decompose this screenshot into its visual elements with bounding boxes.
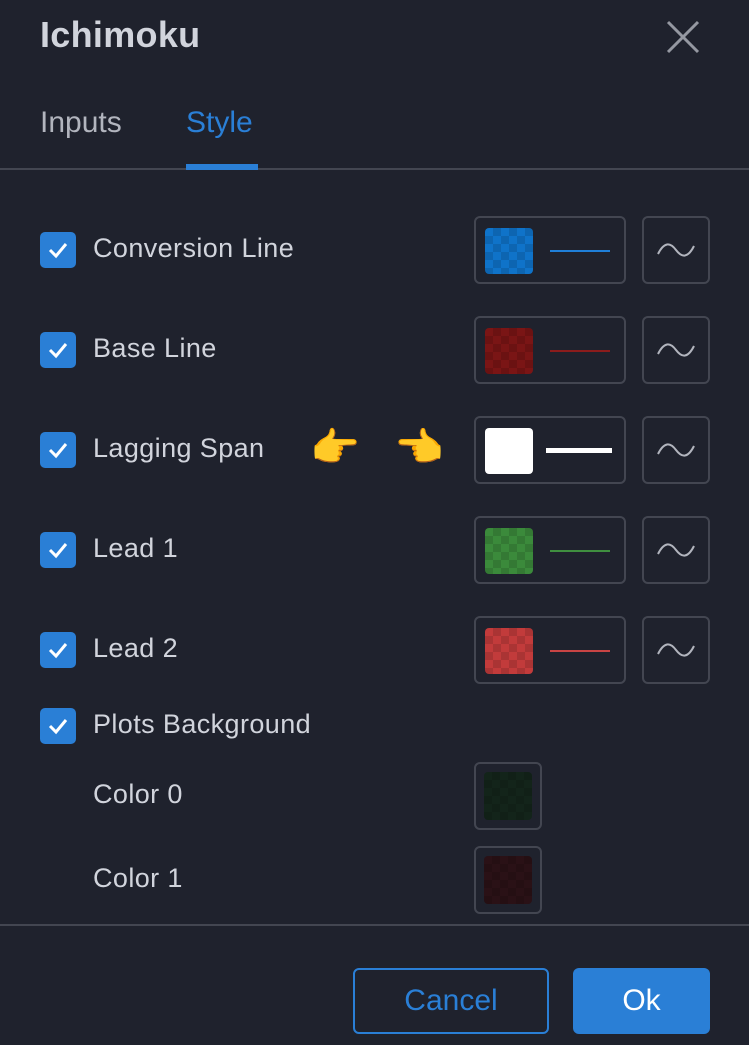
checkmark-icon — [48, 543, 68, 559]
lead-2-checkbox[interactable] — [40, 632, 76, 668]
base-line-style-picker[interactable] — [474, 316, 626, 384]
lead-1-checkbox[interactable] — [40, 532, 76, 568]
wave-icon — [657, 343, 695, 357]
line-sample — [550, 250, 610, 252]
checkmark-icon — [48, 243, 68, 259]
tab-bar: Inputs Style — [0, 100, 749, 170]
color-swatch — [484, 856, 532, 904]
ichimoku-settings-dialog: Ichimoku Inputs Style Conversion Line Ba… — [0, 0, 749, 1045]
lagging-span-checkbox[interactable] — [40, 432, 76, 468]
dialog-title: Ichimoku — [40, 14, 201, 55]
close-icon — [666, 20, 700, 54]
color-swatch — [485, 528, 533, 574]
ok-button[interactable]: Ok — [573, 968, 710, 1034]
plots-background-checkbox[interactable] — [40, 708, 76, 744]
pointing-right-hand-icon: 👉 — [310, 425, 360, 471]
line-sample — [550, 350, 610, 352]
pointing-left-hand-icon: 👈 — [394, 425, 444, 471]
line-sample — [550, 650, 610, 652]
color-swatch — [485, 428, 533, 474]
close-button[interactable] — [660, 14, 706, 60]
plot-row-lead-2: Lead 2 — [0, 616, 749, 684]
tab-inputs[interactable]: Inputs — [40, 106, 122, 140]
background-color-1-row: Color 1 — [0, 846, 749, 914]
background-color-1-picker[interactable] — [474, 846, 542, 914]
wave-icon — [657, 543, 695, 557]
active-tab-indicator — [186, 164, 258, 170]
plot-row-plots-background: Plots Background — [0, 692, 749, 760]
lead-1-plot-type-button[interactable] — [642, 516, 710, 584]
plot-label: Plots Background — [93, 709, 312, 739]
plot-label: Lagging Span — [93, 433, 265, 463]
plot-label: Lead 1 — [93, 533, 178, 563]
plot-row-conversion-line: Conversion Line — [0, 216, 749, 284]
plot-row-lead-1: Lead 1 — [0, 516, 749, 584]
color-label: Color 1 — [93, 863, 183, 893]
base-line-checkbox[interactable] — [40, 332, 76, 368]
base-line-plot-type-button[interactable] — [642, 316, 710, 384]
conversion-line-checkbox[interactable] — [40, 232, 76, 268]
dialog-footer: Cancel Ok — [0, 924, 749, 1045]
plot-label: Conversion Line — [93, 233, 295, 263]
line-sample — [546, 448, 612, 453]
wave-icon — [657, 643, 695, 657]
wave-icon — [657, 443, 695, 457]
plot-row-base-line: Base Line — [0, 316, 749, 384]
lagging-span-plot-type-button[interactable] — [642, 416, 710, 484]
background-color-0-row: Color 0 — [0, 762, 749, 830]
checkmark-icon — [48, 719, 68, 735]
conversion-line-style-picker[interactable] — [474, 216, 626, 284]
color-swatch — [485, 228, 533, 274]
lead-2-plot-type-button[interactable] — [642, 616, 710, 684]
checkmark-icon — [48, 443, 68, 459]
color-swatch — [485, 628, 533, 674]
plot-label: Base Line — [93, 333, 217, 363]
lagging-span-style-picker[interactable] — [474, 416, 626, 484]
color-label: Color 0 — [93, 779, 183, 809]
color-swatch — [484, 772, 532, 820]
wave-icon — [657, 243, 695, 257]
background-color-0-picker[interactable] — [474, 762, 542, 830]
color-swatch — [485, 328, 533, 374]
plot-row-lagging-span: Lagging Span 👉 👈 — [0, 416, 749, 484]
tab-style[interactable]: Style — [186, 106, 253, 140]
lead-2-style-picker[interactable] — [474, 616, 626, 684]
checkmark-icon — [48, 643, 68, 659]
line-sample — [550, 550, 610, 552]
checkmark-icon — [48, 343, 68, 359]
cancel-button[interactable]: Cancel — [353, 968, 549, 1034]
lead-1-style-picker[interactable] — [474, 516, 626, 584]
conversion-line-plot-type-button[interactable] — [642, 216, 710, 284]
plot-label: Lead 2 — [93, 633, 178, 663]
